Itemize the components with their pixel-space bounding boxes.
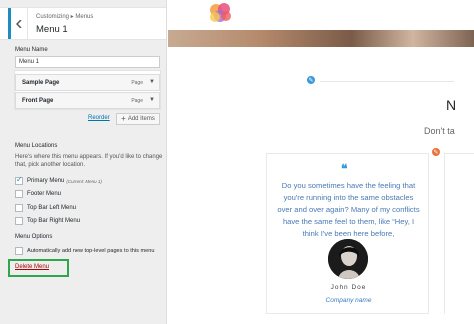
menu-locations-heading: Menu Locations [15, 143, 58, 149]
quote-icon: ❝ [341, 162, 348, 176]
next-testimonial-card [444, 153, 474, 314]
location-label: Primary Menu [27, 178, 65, 184]
menu-item-label: Sample Page [22, 80, 60, 86]
location-label: Footer Menu [27, 191, 62, 197]
checkbox[interactable] [15, 204, 23, 212]
add-items-label: Add Items [127, 116, 155, 122]
site-logo[interactable] [206, 2, 236, 26]
checkbox[interactable] [15, 190, 23, 198]
testimonial-author: John Doe [330, 284, 367, 291]
menu-name-input[interactable]: Menu 1 [15, 56, 160, 68]
testimonial-card: ❝ Do you sometimes have the feeling that… [266, 153, 429, 314]
breadcrumb: Customizing ▸ Menus [36, 14, 94, 20]
add-items-button[interactable]: + Add Items [116, 113, 160, 125]
caret-down-icon[interactable]: ▼ [149, 79, 155, 85]
chevron-left-icon [16, 19, 22, 28]
avatar [328, 239, 368, 279]
edit-shortcut-icon[interactable]: ✎ [306, 75, 316, 85]
menu-item-front-page[interactable]: Front Page Page ▼ [15, 92, 160, 109]
section-divider [320, 81, 454, 82]
checkbox[interactable] [15, 217, 23, 225]
edit-shortcut-icon[interactable]: ✎ [431, 147, 441, 157]
checkbox[interactable] [15, 247, 23, 255]
customizer-sidebar: Customizing ▸ Menus Menu 1 Menu Name Men… [0, 0, 167, 324]
back-button[interactable] [8, 8, 28, 39]
auto-add-label: Automatically add new top-level pages to… [27, 248, 155, 254]
portrait-image [328, 239, 368, 279]
panel-title: Menu 1 [36, 24, 68, 35]
location-primary-menu[interactable]: Primary Menu (Current: Menu 1) [15, 175, 102, 186]
site-preview: ✎ N Don't ta ✎ ❝ Do you sometimes have t… [168, 0, 474, 324]
menu-item-label: Front Page [22, 98, 54, 104]
menu-item-type: Page [131, 80, 143, 86]
testimonial-text: Do you sometimes have the feeling that y… [277, 181, 420, 238]
location-footer-menu[interactable]: Footer Menu [15, 189, 61, 199]
menu-options-heading: Menu Options [15, 234, 53, 240]
menu-item-sample-page[interactable]: Sample Page Page ▼ [15, 74, 160, 91]
menu-locations-description: Here's where this menu appears. If you'd… [15, 154, 163, 168]
reorder-link[interactable]: Reorder [88, 115, 110, 121]
auto-add-pages-option[interactable]: Automatically add new top-level pages to… [15, 246, 155, 256]
section-heading: N [446, 97, 457, 113]
delete-menu-link[interactable]: Delete Menu [15, 264, 49, 270]
location-top-bar-left-menu[interactable]: Top Bar Left Menu [15, 203, 76, 213]
menu-item-type: Page [131, 98, 143, 104]
location-label: Top Bar Right Menu [27, 218, 81, 224]
menu-name-label: Menu Name [15, 47, 48, 53]
checkbox-checked[interactable] [15, 175, 23, 185]
testimonial-company: Company name [325, 297, 372, 304]
location-note: (Current: Menu 1) [66, 178, 102, 184]
plus-icon: + [121, 114, 126, 123]
hero-image [168, 30, 474, 47]
caret-down-icon[interactable]: ▼ [149, 97, 155, 103]
location-top-bar-right-menu[interactable]: Top Bar Right Menu [15, 216, 80, 226]
location-label: Top Bar Left Menu [27, 205, 77, 211]
section-subheading: Don't ta [424, 126, 455, 136]
panel-header: Customizing ▸ Menus Menu 1 [0, 7, 166, 40]
